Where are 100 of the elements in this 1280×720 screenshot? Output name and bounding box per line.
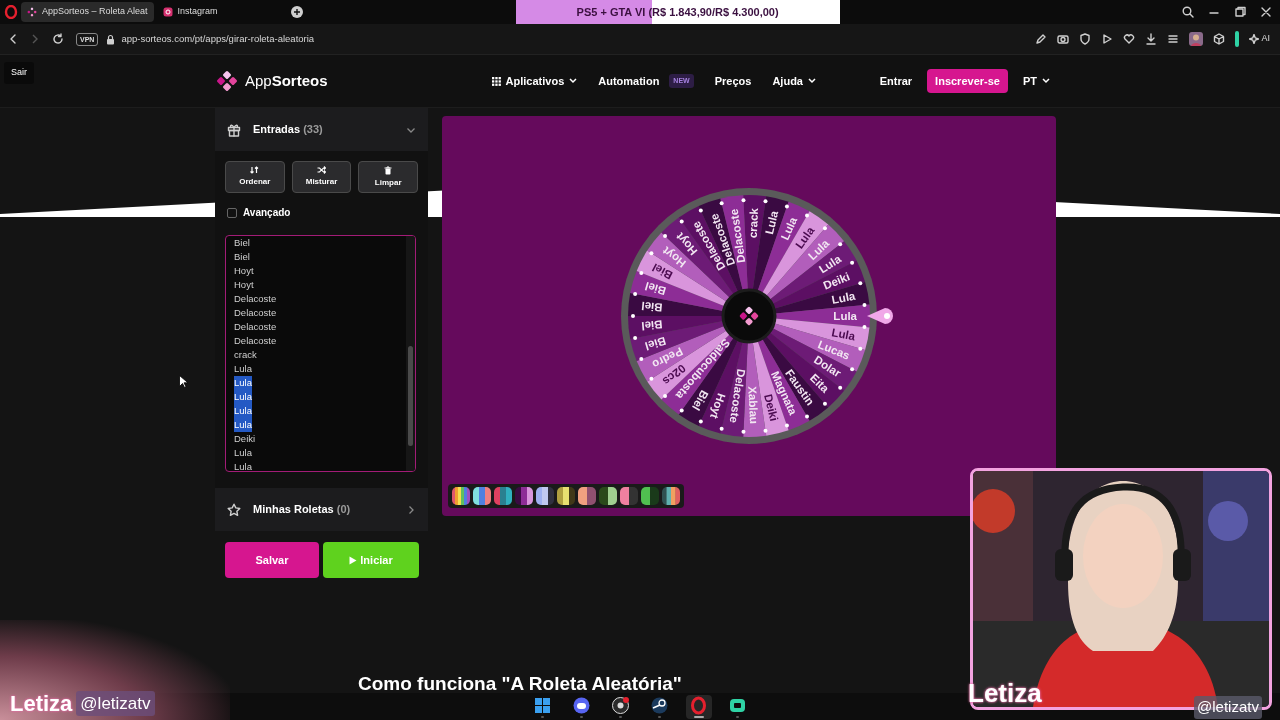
wheel-label: Lula — [763, 209, 781, 236]
chevron-down-icon — [1042, 78, 1050, 84]
streamer-name: Letiza — [10, 690, 73, 718]
language-selector[interactable]: PT — [1022, 72, 1050, 90]
pointer-icon — [867, 308, 893, 324]
chevron-down-icon — [569, 78, 578, 84]
tab-favicon-icon — [27, 7, 37, 17]
entry-line: Delacoste — [234, 292, 277, 306]
app-logo-icon[interactable] — [214, 68, 240, 94]
scrollbar[interactable] — [406, 236, 415, 471]
wheel-label: Lula — [830, 289, 857, 306]
entry-line: Lula — [234, 460, 252, 471]
theme-swatch[interactable] — [578, 487, 596, 505]
panel-title: Entradas (33) — [253, 122, 323, 138]
theme-swatch[interactable] — [515, 487, 533, 505]
camera-icon[interactable] — [1057, 33, 1070, 45]
entries-textarea[interactable]: Biel Biel Hoyt Hoyt Delacoste Delacoste Delacoste Delacoste crack Lula Lula Lula Lula Lula Deiki Lula Lula — [225, 235, 416, 472]
entry-line: Biel — [234, 236, 250, 250]
browser-logo-icon[interactable] — [4, 5, 18, 19]
theme-swatch[interactable] — [620, 487, 638, 505]
steam-icon — [650, 695, 669, 715]
gift-icon — [227, 122, 241, 137]
entry-line: crack — [234, 348, 257, 362]
scroll-thumb[interactable] — [408, 346, 413, 446]
theme-swatch[interactable] — [494, 487, 512, 505]
theme-swatch[interactable] — [599, 487, 617, 505]
theme-swatch[interactable] — [662, 487, 680, 505]
logo-text[interactable]: AppSorteos — [245, 69, 328, 93]
wheel-logo-icon — [739, 306, 759, 326]
entry-line: Hoyt — [234, 278, 254, 292]
trash-icon — [384, 165, 393, 175]
action-button[interactable]: Misturar — [291, 161, 352, 193]
back-icon[interactable] — [8, 33, 18, 45]
entry-line: Lula — [234, 446, 252, 460]
browser-tab[interactable]: Instagram — [156, 2, 224, 22]
wheel-label: Xablau — [746, 385, 761, 425]
wheel-label: Lula — [833, 310, 857, 322]
chevron-right-icon[interactable] — [406, 504, 416, 515]
cube-icon[interactable] — [1213, 33, 1226, 45]
panel-header[interactable]: Minhas Roletas (0) — [215, 488, 428, 531]
discord-icon — [572, 695, 591, 715]
section-heading: Como funciona "A Roleta Aleatória" — [358, 672, 682, 696]
wheel-label: Lula — [830, 326, 857, 343]
login-link[interactable]: Entrar — [879, 72, 913, 90]
ai-sparkle-icon[interactable] — [1249, 34, 1260, 44]
download-icon[interactable] — [1145, 33, 1158, 45]
forward-icon[interactable] — [30, 33, 40, 45]
play-icon[interactable] — [1101, 33, 1114, 45]
nav-link[interactable]: Aplicativos — [491, 72, 578, 90]
search-icon[interactable] — [1182, 6, 1194, 18]
checkbox-label[interactable]: Avançado — [243, 205, 291, 220]
streamer-handle: @letizatv — [1194, 696, 1262, 719]
wheel-label: Biel — [643, 279, 668, 298]
grid-icon — [491, 76, 501, 86]
sort-icon — [250, 166, 260, 174]
panel-header[interactable]: Entradas (33) — [215, 108, 428, 151]
sidebar-toggle-icon[interactable] — [1235, 31, 1240, 47]
streamer-handle: @letizatv — [76, 690, 155, 717]
entry-line: Delacoste — [234, 306, 277, 320]
theme-swatch[interactable] — [536, 487, 554, 505]
edit-icon[interactable] — [1035, 33, 1048, 45]
wheel-label: Biel — [640, 299, 664, 314]
taskbar-button[interactable] — [685, 694, 712, 719]
action-button[interactable]: Limpar — [358, 161, 418, 193]
wheel-label: crack — [746, 207, 761, 239]
nav-link[interactable]: Preços — [714, 72, 752, 90]
theme-swatch[interactable] — [473, 487, 491, 505]
theme-swatch[interactable] — [452, 487, 470, 505]
action-button[interactable]: Ordenar — [225, 161, 285, 193]
entry-line: Lula — [234, 362, 252, 376]
browser-tab[interactable]: AppSorteos – Roleta Aleat — [21, 2, 154, 22]
wheel-label: Biel — [640, 318, 664, 333]
url-field[interactable]: app-sorteos.com/pt/apps/girar-roleta-aleatoria — [121, 31, 315, 47]
entry-line: Delacoste — [234, 320, 277, 334]
ai-label[interactable]: AI — [1261, 32, 1270, 46]
advanced-checkbox[interactable] — [227, 207, 237, 218]
goal-label: PS5 + GTA VI (R$ 1.843,90/R$ 4.300,00) — [576, 4, 779, 20]
shield-icon[interactable] — [1079, 33, 1092, 45]
cursor-icon — [179, 375, 188, 388]
save-button[interactable]: Salvar — [225, 542, 319, 578]
maximize-icon[interactable] — [1234, 6, 1246, 18]
shuffle-icon — [317, 166, 326, 174]
entry-line: Biel — [234, 250, 250, 264]
profile-avatar-icon[interactable] — [1189, 32, 1204, 46]
theme-swatch[interactable] — [641, 487, 659, 505]
theme-swatch[interactable] — [557, 487, 575, 505]
obs-icon — [611, 695, 630, 715]
entry-line: Hoyt — [234, 264, 254, 278]
chevron-down-icon — [807, 78, 816, 84]
windows-icon — [533, 695, 552, 715]
heart-icon[interactable] — [1123, 33, 1136, 45]
opera-icon — [689, 695, 708, 715]
star-icon — [227, 502, 241, 517]
entry-line: Deiki — [234, 432, 256, 446]
lock-icon — [106, 33, 116, 45]
close-icon[interactable] — [1260, 6, 1272, 18]
signup-button[interactable]: Inscrever-se — [927, 69, 1008, 93]
nav-link[interactable]: Ajuda — [772, 72, 816, 90]
reload-icon[interactable] — [52, 33, 64, 45]
menu-icon[interactable] — [1167, 33, 1180, 45]
